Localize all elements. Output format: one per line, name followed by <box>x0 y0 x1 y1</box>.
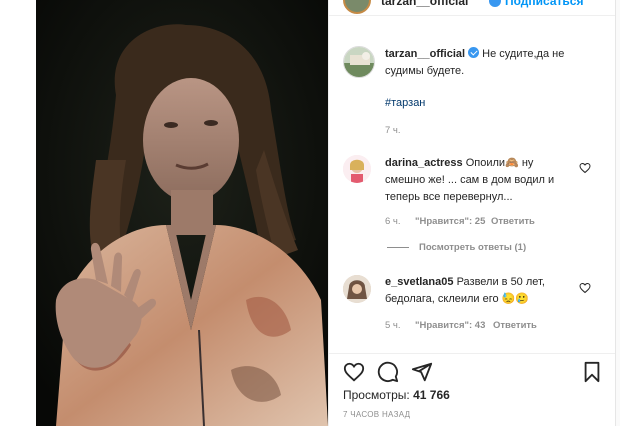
comment-username[interactable]: darina_actress <box>385 157 463 169</box>
caption-time: 7 ч. <box>385 125 401 136</box>
follow-button[interactable]: Подписаться <box>505 0 583 8</box>
caption-hashtag[interactable]: #тарзан <box>385 97 425 109</box>
heart-icon[interactable] <box>343 361 365 383</box>
actions-divider <box>329 353 616 354</box>
comments-panel: tarzan__official Подписаться tarzan__off… <box>328 0 616 426</box>
bookmark-icon[interactable] <box>581 361 603 383</box>
post-video[interactable] <box>36 0 328 426</box>
views-count: 41 766 <box>413 388 450 402</box>
post-time-ago: 7 часов назад <box>343 410 411 419</box>
author-username[interactable]: tarzan__official <box>381 0 468 8</box>
comment-avatar[interactable] <box>343 155 371 183</box>
caption-avatar[interactable] <box>343 46 375 78</box>
scrollbar[interactable] <box>615 0 620 426</box>
caption-username[interactable]: tarzan__official <box>385 48 465 60</box>
comment-likes[interactable]: "Нравится": 43 <box>415 320 485 331</box>
replies-divider <box>387 247 409 248</box>
comment-username[interactable]: e_svetlana05 <box>385 276 454 288</box>
verified-badge-icon <box>489 0 501 7</box>
view-replies-button[interactable]: Посмотреть ответы (1) <box>419 242 526 253</box>
comment-avatar[interactable] <box>343 275 371 303</box>
comment-time: 6 ч. <box>385 216 401 227</box>
caption-text-block: tarzan__official Не судите,да не судимы … <box>385 46 605 80</box>
comment-icon[interactable] <box>377 361 399 383</box>
comment-likes[interactable]: "Нравится": 25 <box>415 216 485 227</box>
comment-avatar-image <box>343 275 371 303</box>
comment-text-block: e_svetlana05 Развели в 50 лет, бедолага,… <box>385 274 575 308</box>
caption-avatar-image <box>344 47 374 77</box>
author-avatar[interactable] <box>343 0 371 14</box>
instagram-post-window: tarzan__official Подписаться tarzan__off… <box>0 0 620 426</box>
comment-reply-button[interactable]: Ответить <box>491 216 535 227</box>
views-counter[interactable]: Просмотры: 41 766 <box>343 388 450 402</box>
verified-badge-icon <box>468 47 480 58</box>
comment-avatar-image <box>343 155 371 183</box>
post-header: tarzan__official Подписаться <box>329 0 616 16</box>
views-label: Просмотры: <box>343 388 410 402</box>
comment-like-heart-icon[interactable] <box>579 162 591 174</box>
video-frame-image <box>36 0 328 426</box>
comment-time: 5 ч. <box>385 320 401 331</box>
comment-like-heart-icon[interactable] <box>579 282 591 294</box>
page-background <box>0 0 36 426</box>
comment-text-block: darina_actress Опоили🙈 ну смешно же! ...… <box>385 155 575 206</box>
share-icon[interactable] <box>411 361 433 383</box>
comment-reply-button[interactable]: Ответить <box>493 320 537 331</box>
